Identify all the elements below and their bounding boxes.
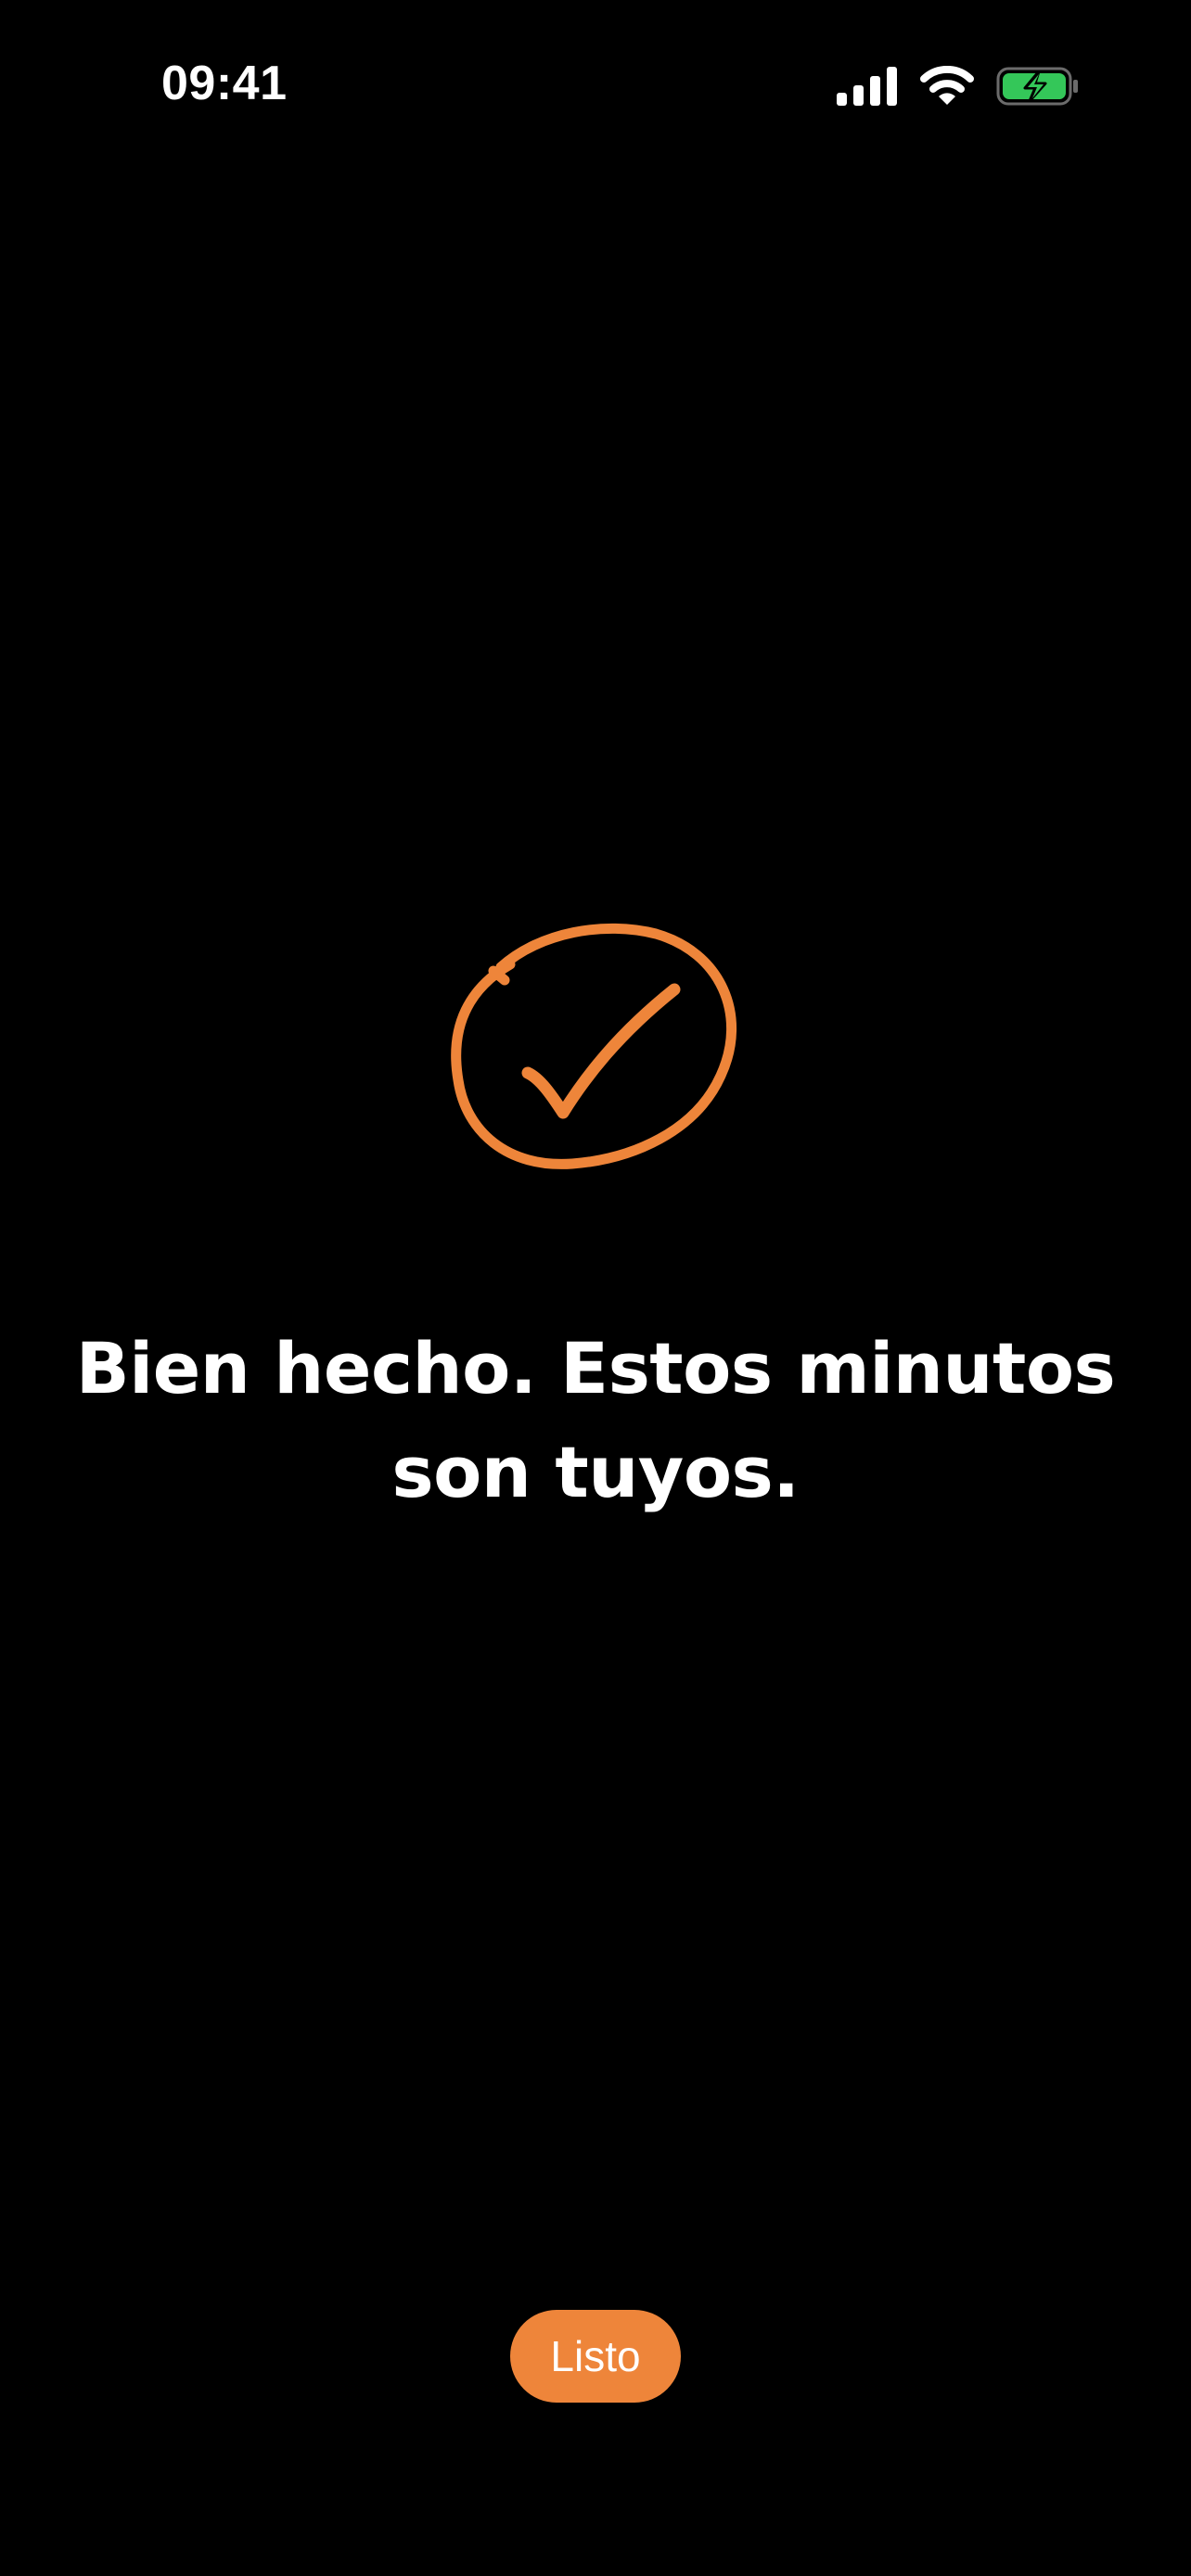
wifi-icon [920, 66, 974, 107]
hand-drawn-checkmark-icon [447, 913, 744, 1192]
completion-message: Bien hecho. Estos minutos son tuyos. [75, 1327, 1116, 1513]
status-time: 09:41 [161, 57, 288, 110]
battery-charging-icon [996, 66, 1080, 107]
done-button-label: Listo [550, 2332, 641, 2380]
status-icons [837, 63, 1080, 109]
cellular-signal-icon [837, 67, 898, 106]
status-bar: 09:41 [0, 0, 1191, 176]
done-button[interactable]: Listo [510, 2310, 681, 2403]
